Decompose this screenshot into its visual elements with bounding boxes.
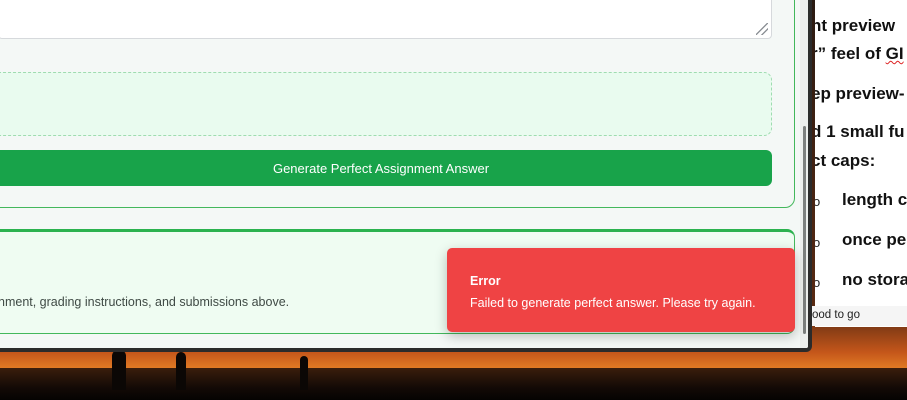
spellcheck-word[interactable]: GI [886, 44, 904, 63]
bullet-marker: o [815, 275, 821, 290]
toast-message: Failed to generate perfect answer. Pleas… [470, 296, 756, 310]
document-line: ep preview- [815, 84, 905, 103]
wallpaper-silhouette [176, 352, 186, 390]
bullet-text: once pe [842, 230, 907, 249]
document-line: ct caps: [815, 151, 876, 170]
generate-answer-button[interactable]: Generate Perfect Assignment Answer [0, 150, 772, 186]
toast-title: Error [470, 274, 501, 288]
document-line-text: r” feel of [815, 44, 886, 63]
document-status-bar: ood to go [812, 306, 907, 326]
document-line: d 1 small fu [815, 122, 905, 141]
scrollbar-thumb[interactable] [803, 126, 806, 334]
bullet-marker: o [815, 194, 821, 209]
wallpaper-silhouette [112, 350, 126, 390]
wallpaper-horizon [0, 368, 907, 400]
error-toast[interactable]: Error Failed to generate perfect answer.… [447, 248, 795, 332]
wallpaper-silhouette [300, 356, 308, 390]
document-line: nt preview [815, 16, 896, 35]
upload-dropzone[interactable] [0, 72, 772, 136]
result-hint-text: nment, grading instructions, and submiss… [0, 295, 290, 309]
bullet-marker: o [815, 235, 821, 250]
bullet-text: length c [842, 190, 907, 209]
document-line: r” feel of GI [815, 44, 904, 64]
document-window: nt preview r” feel of GI ep preview- d 1… [815, 0, 907, 327]
bullet-text: no stora [842, 270, 907, 289]
